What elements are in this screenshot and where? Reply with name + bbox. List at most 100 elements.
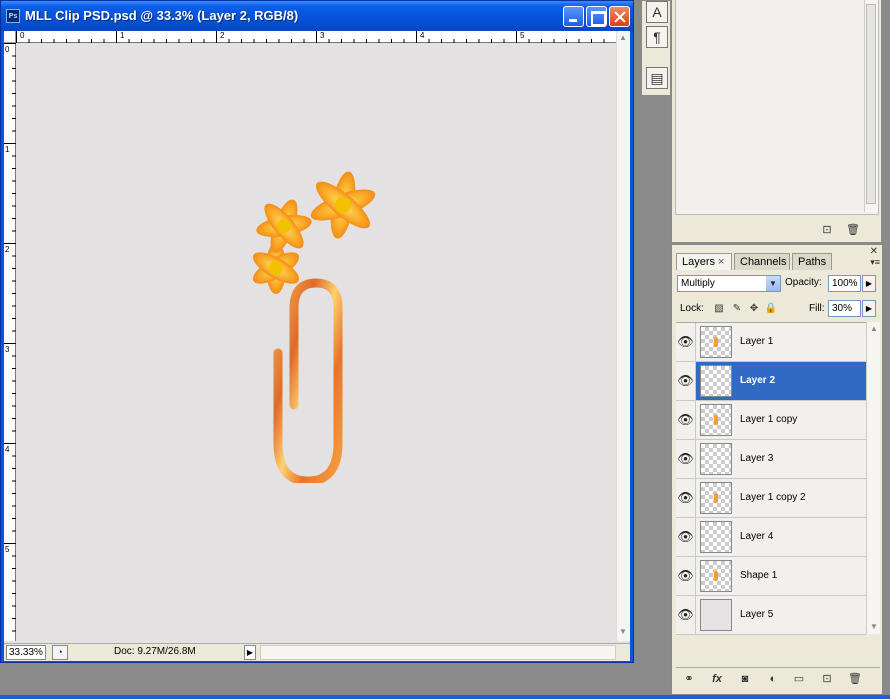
layer-comps-icon[interactable]: ▤ [646,67,668,89]
scroll-down-icon[interactable]: ▼ [870,622,878,631]
ruler-label: 5 [520,31,525,40]
ruler-label: 2 [220,31,225,40]
chevron-down-icon[interactable]: ▼ [766,276,780,291]
layer-thumbnail [700,326,732,358]
panel-close-icon[interactable]: ✕ [870,246,878,257]
blend-mode-select[interactable]: Multiply ▼ [677,275,781,292]
layer-name: Layer 5 [740,609,774,620]
eye-icon[interactable]: 👁 [676,401,696,439]
ruler-label: 0 [20,31,25,40]
status-popup-arrow-icon[interactable]: ▶ [244,645,256,660]
layer-thumbnail [700,521,732,553]
tab-channels[interactable]: Channels [734,253,790,270]
layer-name: Layer 4 [740,531,774,542]
layer-name: Layer 2 [740,375,776,386]
eye-icon[interactable]: 👁 [676,440,696,478]
tab-close-icon[interactable]: × [718,256,724,268]
layer-list: 👁 Layer 1 👁 Layer 2 👁 Layer 1 copy 👁 Lay… [676,322,866,635]
fill-input[interactable]: 30% [828,300,861,317]
new-group-icon[interactable]: ▭ [790,671,808,687]
lock-all-icon[interactable]: 🔒 [764,302,778,316]
eye-icon[interactable]: 👁 [676,362,696,400]
paperclip-flower-artwork [252,171,376,483]
tab-paths[interactable]: Paths [792,253,832,270]
lock-position-icon[interactable]: ✥ [747,302,761,316]
layer-row[interactable]: 👁 Layer 2 [676,362,866,401]
ruler-label: 3 [5,345,10,354]
ruler-label: 4 [420,31,425,40]
scroll-up-icon[interactable]: ▲ [870,324,878,333]
document-body: 0 1 2 3 4 5 0 1 2 3 4 5 ▲ ▼ 33.33% ◔ Doc… [4,31,630,661]
new-item-icon[interactable]: ⊡ [818,222,836,238]
eye-icon[interactable]: 👁 [676,557,696,595]
horizontal-ruler[interactable]: 0 1 2 3 4 5 [16,31,616,43]
layer-name: Layer 1 copy [740,414,798,425]
ruler-label: 4 [5,445,10,454]
fill-slider-arrow-icon[interactable]: ▶ [862,300,876,317]
layer-name: Layer 3 [740,453,774,464]
paragraph-panel-icon[interactable]: ¶ [646,26,668,48]
status-menu-icon[interactable]: ◔ [52,645,68,660]
layer-list-scrollbar[interactable]: ▲ ▼ [866,322,880,634]
zoom-level-field[interactable]: 33.33% [6,645,46,660]
layer-name: Layer 1 [740,336,774,347]
scroll-down-icon[interactable]: ▼ [619,627,627,636]
layer-row[interactable]: 👁 Layer 5 [676,596,866,635]
layer-row[interactable]: 👁 Layer 4 [676,518,866,557]
layer-row[interactable]: 👁 Shape 1 [676,557,866,596]
lock-label: Lock: [680,303,704,314]
minimize-button[interactable] [563,6,584,27]
tab-label: Layers [682,256,716,268]
horizontal-ruler-ticks [16,31,605,43]
blend-mode-value: Multiply [681,278,715,289]
layer-name: Shape 1 [740,570,778,581]
ruler-label: 1 [5,145,10,154]
add-mask-icon[interactable]: ◙ [736,671,754,687]
document-window: Ps MLL Clip PSD.psd @ 33.3% (Layer 2, RG… [0,0,634,663]
layer-row[interactable]: 👁 Layer 1 [676,323,866,362]
vertical-scrollbar[interactable]: ▲ ▼ [616,31,630,641]
image-canvas[interactable] [16,43,616,641]
window-title: MLL Clip PSD.psd @ 33.3% (Layer 2, RGB/8… [25,8,299,23]
layers-panel: ✕ Layers × Channels Paths ▾≡ Multiply ▼ Op… [671,244,883,695]
layer-thumbnail [700,404,732,436]
eye-icon[interactable]: 👁 [676,479,696,517]
lock-transparency-icon[interactable]: ▨ [712,302,726,316]
delete-item-icon[interactable]: 🗑 [844,222,862,238]
layer-row[interactable]: 👁 Layer 3 [676,440,866,479]
eye-icon[interactable]: 👁 [676,323,696,361]
panel-menu-icon[interactable]: ▾≡ [870,257,880,268]
opacity-input[interactable]: 100% [828,275,861,292]
link-layers-icon[interactable]: ⚭ [680,671,698,687]
ruler-origin[interactable] [4,31,16,43]
panel-icon-strip: A ¶ ▤ [641,0,671,96]
ruler-label: 3 [320,31,325,40]
horizontal-scrollbar[interactable] [260,645,616,660]
lock-image-icon[interactable]: ✎ [730,302,744,316]
document-size-info: Doc: 9.27M/26.8M [114,646,196,657]
layer-thumbnail [700,482,732,514]
eye-icon[interactable]: 👁 [676,518,696,556]
layer-thumbnail [700,443,732,475]
layer-row[interactable]: 👁 Layer 1 copy [676,401,866,440]
opacity-label: Opacity: [785,277,822,288]
vertical-ruler[interactable]: 0 1 2 3 4 5 [4,43,16,641]
upper-panel-content [675,0,879,215]
eye-icon[interactable]: 👁 [676,596,696,634]
new-layer-icon[interactable]: ⊡ [818,671,836,687]
tab-layers[interactable]: Layers × [676,253,732,270]
upper-scroll-thumb[interactable] [866,4,876,204]
title-bar[interactable]: Ps MLL Clip PSD.psd @ 33.3% (Layer 2, RG… [1,1,633,31]
close-button[interactable] [609,6,630,27]
trash-icon[interactable]: 🗑 [846,671,864,687]
maximize-button[interactable] [586,6,607,27]
status-bar: 33.33% ◔ Doc: 9.27M/26.8M ▶ [4,643,630,661]
fx-icon[interactable]: fx [708,671,726,687]
opacity-slider-arrow-icon[interactable]: ▶ [862,275,876,292]
ruler-label: 0 [5,45,10,54]
adjustment-layer-icon[interactable]: ◐ [764,671,782,687]
layer-row[interactable]: 👁 Layer 1 copy 2 [676,479,866,518]
character-panel-icon[interactable]: A [646,1,668,23]
ruler-label: 5 [5,545,10,554]
scroll-up-icon[interactable]: ▲ [619,33,627,42]
